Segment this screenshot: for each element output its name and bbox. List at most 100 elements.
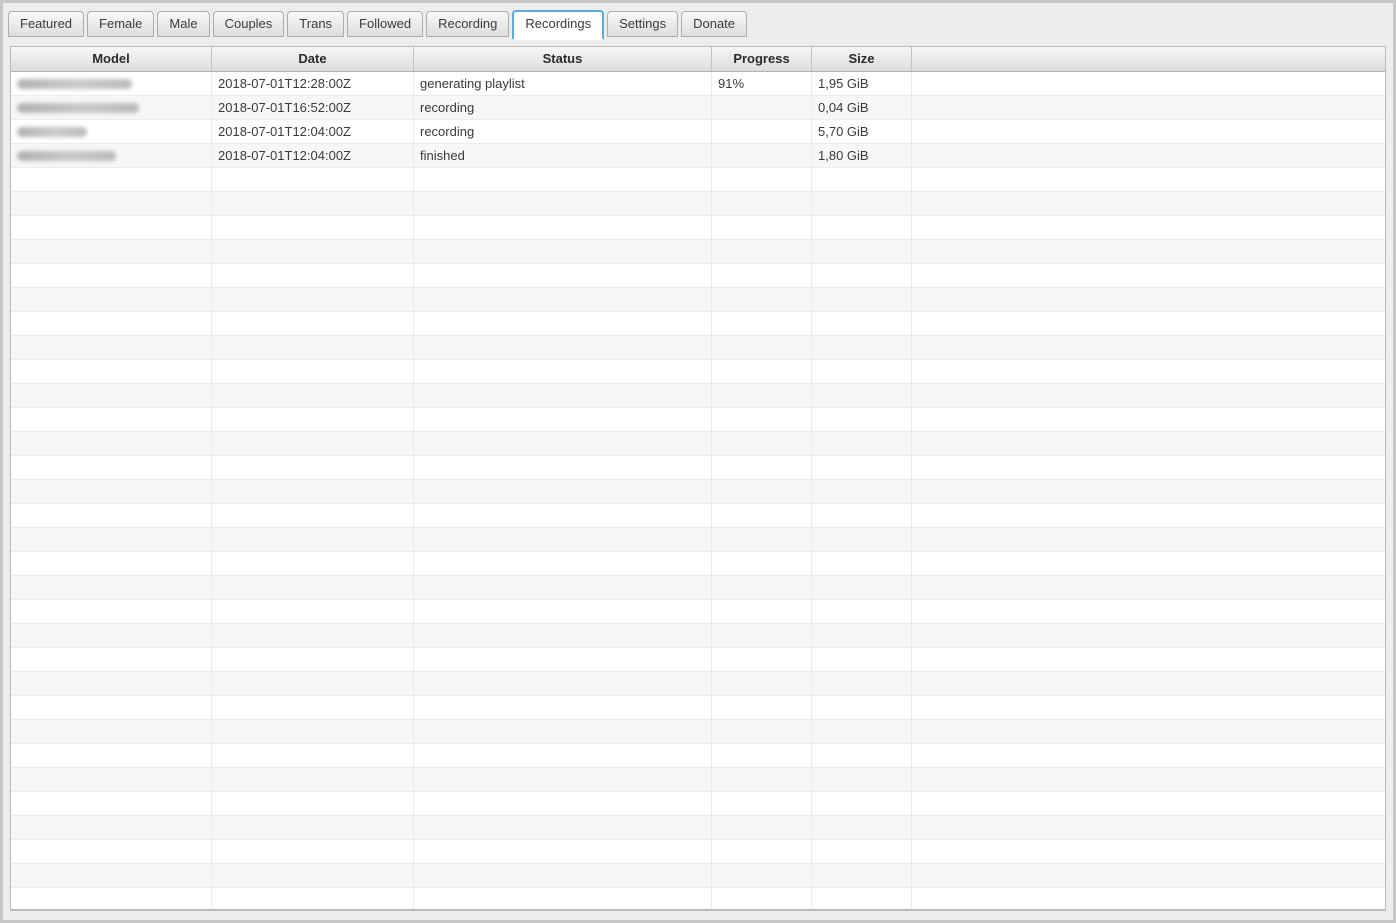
- cell-progress: [712, 480, 812, 503]
- tab-male[interactable]: Male: [157, 11, 209, 37]
- cell-progress: 91%: [712, 72, 812, 95]
- tab-recording[interactable]: Recording: [426, 11, 509, 37]
- cell-size: [812, 528, 912, 551]
- cell-progress: [712, 312, 812, 335]
- cell-model: [11, 768, 212, 791]
- cell-progress: [712, 360, 812, 383]
- cell-status: [414, 360, 712, 383]
- tab-settings[interactable]: Settings: [607, 11, 678, 37]
- tab-donate[interactable]: Donate: [681, 11, 747, 37]
- cell-model: [11, 696, 212, 719]
- cell-date: [212, 312, 414, 335]
- cell-date: [212, 648, 414, 671]
- cell-filler: [912, 840, 1385, 863]
- table-row-empty: [11, 696, 1385, 720]
- cell-progress: [712, 504, 812, 527]
- cell-filler: [912, 528, 1385, 551]
- cell-status: [414, 336, 712, 359]
- tab-trans[interactable]: Trans: [287, 11, 344, 37]
- cell-size: [812, 744, 912, 767]
- cell-filler: [912, 600, 1385, 623]
- cell-status: generating playlist: [414, 72, 712, 95]
- cell-date: [212, 192, 414, 215]
- cell-status: [414, 216, 712, 239]
- table-row-empty: [11, 480, 1385, 504]
- table-row-empty: [11, 792, 1385, 816]
- column-header-date[interactable]: Date: [212, 47, 414, 71]
- table-row-empty: [11, 864, 1385, 888]
- cell-filler: [912, 792, 1385, 815]
- cell-model: [11, 840, 212, 863]
- tab-female[interactable]: Female: [87, 11, 154, 37]
- table-row[interactable]: 2018-07-01T16:52:00Zrecording0,04 GiB: [11, 96, 1385, 120]
- cell-size: [812, 360, 912, 383]
- cell-progress: [712, 672, 812, 695]
- cell-date: [212, 264, 414, 287]
- cell-date: [212, 600, 414, 623]
- cell-date: [212, 288, 414, 311]
- cell-filler: [912, 720, 1385, 743]
- cell-filler: [912, 144, 1385, 167]
- cell-status: [414, 480, 712, 503]
- column-header-status[interactable]: Status: [414, 47, 712, 71]
- cell-status: [414, 528, 712, 551]
- cell-size: [812, 576, 912, 599]
- cell-model: [11, 408, 212, 431]
- tab-couples[interactable]: Couples: [213, 11, 285, 37]
- cell-size: [812, 768, 912, 791]
- cell-model: [11, 72, 212, 95]
- cell-date: [212, 240, 414, 263]
- cell-filler: [912, 480, 1385, 503]
- tab-followed[interactable]: Followed: [347, 11, 423, 37]
- tab-featured[interactable]: Featured: [8, 11, 84, 37]
- cell-model: [11, 144, 212, 167]
- cell-model: [11, 672, 212, 695]
- table-row-empty: [11, 432, 1385, 456]
- cell-date: [212, 504, 414, 527]
- cell-size: [812, 480, 912, 503]
- cell-model: [11, 312, 212, 335]
- cell-size: [812, 264, 912, 287]
- cell-size: [812, 336, 912, 359]
- table-row-empty: [11, 240, 1385, 264]
- cell-filler: [912, 336, 1385, 359]
- cell-model: [11, 96, 212, 119]
- cell-filler: [912, 672, 1385, 695]
- column-header-progress[interactable]: Progress: [712, 47, 812, 71]
- cell-model: [11, 456, 212, 479]
- cell-status: [414, 864, 712, 887]
- cell-filler: [912, 72, 1385, 95]
- cell-date: [212, 336, 414, 359]
- model-name-redacted: [17, 127, 87, 137]
- column-header-size[interactable]: Size: [812, 47, 912, 71]
- cell-date: [212, 480, 414, 503]
- cell-date: [212, 216, 414, 239]
- column-header-model[interactable]: Model: [11, 47, 212, 71]
- cell-status: [414, 624, 712, 647]
- cell-status: [414, 552, 712, 575]
- table-row-empty: [11, 288, 1385, 312]
- cell-model: [11, 888, 212, 911]
- cell-size: [812, 192, 912, 215]
- cell-progress: [712, 528, 812, 551]
- table-row-empty: [11, 552, 1385, 576]
- table-row[interactable]: 2018-07-01T12:04:00Zfinished1,80 GiB: [11, 144, 1385, 168]
- cell-status: [414, 720, 712, 743]
- table-row-empty: [11, 216, 1385, 240]
- cell-filler: [912, 96, 1385, 119]
- cell-progress: [712, 792, 812, 815]
- cell-filler: [912, 744, 1385, 767]
- cell-progress: [712, 120, 812, 143]
- table-row[interactable]: 2018-07-01T12:28:00Zgenerating playlist9…: [11, 72, 1385, 96]
- cell-date: [212, 792, 414, 815]
- table-row[interactable]: 2018-07-01T12:04:00Zrecording5,70 GiB: [11, 120, 1385, 144]
- cell-filler: [912, 216, 1385, 239]
- cell-size: [812, 552, 912, 575]
- cell-size: [812, 504, 912, 527]
- cell-progress: [712, 768, 812, 791]
- tab-recordings[interactable]: Recordings: [512, 10, 604, 40]
- table-header-row: ModelDateStatusProgressSize: [11, 47, 1385, 72]
- cell-date: [212, 888, 414, 911]
- cell-filler: [912, 576, 1385, 599]
- cell-progress: [712, 888, 812, 911]
